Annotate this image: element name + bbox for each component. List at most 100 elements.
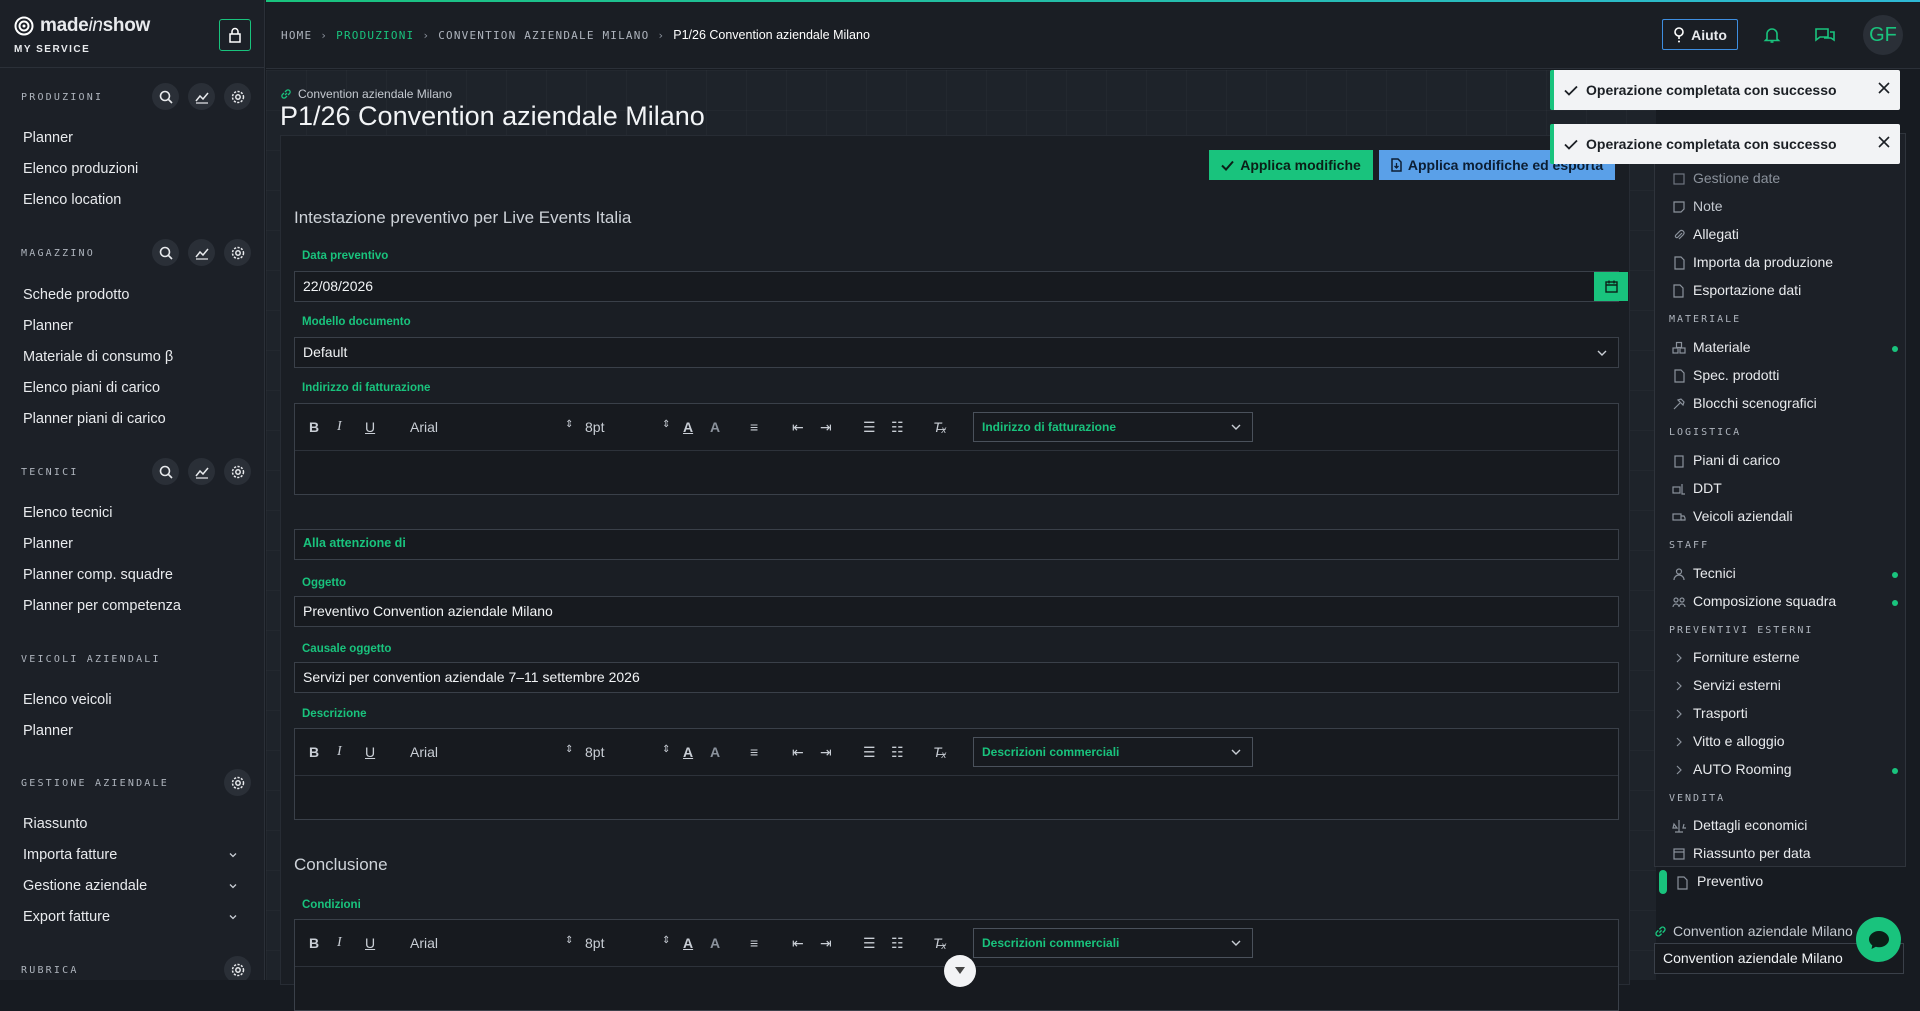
nav-schede-prodotto[interactable]: Schede prodotto: [23, 287, 129, 303]
billing-editor[interactable]: B I U Arial ⇕ 8pt ⇕ A A ≡ ⇤ ⇥ ☰ ☷ T̶ₓ In…: [294, 403, 1619, 495]
font-color-button[interactable]: A: [683, 935, 693, 951]
template-dropdown[interactable]: Indirizzo di fatturazione: [973, 412, 1253, 442]
indent-button[interactable]: ⇥: [820, 744, 832, 761]
italic-button[interactable]: I: [337, 419, 342, 435]
search-button[interactable]: [152, 458, 179, 485]
nav-elenco-produzioni[interactable]: Elenco produzioni: [23, 161, 138, 177]
outdent-button[interactable]: ⇤: [792, 744, 804, 761]
indent-button[interactable]: ⇥: [820, 935, 832, 952]
numbered-list-button[interactable]: ☷: [891, 419, 904, 436]
settings-button[interactable]: [224, 769, 251, 796]
bullet-list-button[interactable]: ☰: [863, 935, 876, 952]
bold-button[interactable]: B: [309, 744, 319, 760]
indent-button[interactable]: ⇥: [820, 419, 832, 436]
rp-materiale[interactable]: Materiale: [1693, 339, 1751, 355]
settings-button[interactable]: [224, 83, 251, 110]
rp-allegati[interactable]: Allegati: [1693, 226, 1739, 242]
nav-planner[interactable]: Planner: [23, 536, 73, 552]
chat-icon[interactable]: [1814, 26, 1836, 44]
settings-button[interactable]: [224, 239, 251, 266]
numbered-list-button[interactable]: ☷: [891, 744, 904, 761]
chevron-down-icon[interactable]: [228, 912, 238, 922]
italic-button[interactable]: I: [337, 744, 342, 760]
rp-forniture-esterne[interactable]: Forniture esterne: [1693, 649, 1800, 665]
search-button[interactable]: [152, 239, 179, 266]
rp-dettagli-economici[interactable]: Dettagli economici: [1693, 817, 1807, 833]
rp-blocchi-scenografici[interactable]: Blocchi scenografici: [1693, 395, 1817, 411]
chat-button[interactable]: [1856, 917, 1901, 962]
cause-input[interactable]: Servizi per convention aziendale 7–11 se…: [294, 662, 1619, 693]
clear-format-button[interactable]: T̶ₓ: [933, 935, 947, 951]
nav-planner[interactable]: Planner: [23, 318, 73, 334]
nav-elenco-piani-carico[interactable]: Elenco piani di carico: [23, 380, 160, 396]
italic-button[interactable]: I: [337, 935, 342, 951]
stats-button[interactable]: [188, 239, 215, 266]
stats-button[interactable]: [188, 83, 215, 110]
font-color-button[interactable]: A: [683, 744, 693, 760]
numbered-list-button[interactable]: ☷: [891, 935, 904, 952]
bottom-link[interactable]: Convention aziendale Milano: [1654, 923, 1853, 939]
nav-riassunto[interactable]: Riassunto: [23, 816, 87, 832]
template-dropdown[interactable]: Descrizioni commerciali: [973, 737, 1253, 767]
rp-riassunto-data[interactable]: Riassunto per data: [1693, 845, 1811, 861]
nav-elenco-veicoli[interactable]: Elenco veicoli: [23, 692, 112, 708]
bell-icon[interactable]: [1763, 26, 1781, 44]
breadcrumb-home[interactable]: HOME: [281, 29, 312, 42]
outdent-button[interactable]: ⇤: [792, 935, 804, 952]
highlight-button[interactable]: A: [710, 935, 720, 951]
brand-logo[interactable]: madeinshow: [40, 15, 150, 37]
underline-button[interactable]: U: [365, 419, 375, 435]
font-select[interactable]: Arial: [410, 744, 438, 760]
nav-planner[interactable]: Planner: [23, 723, 73, 739]
lock-button[interactable]: [219, 19, 251, 51]
rp-note[interactable]: Note: [1693, 198, 1723, 214]
date-input[interactable]: 22/08/2026: [294, 271, 1628, 302]
rp-trasporti[interactable]: Trasporti: [1693, 705, 1748, 721]
nav-materiale-consumo[interactable]: Materiale di consumo β: [23, 349, 173, 365]
rp-piani-carico[interactable]: Piani di carico: [1693, 452, 1780, 468]
help-button[interactable]: Aiuto: [1662, 19, 1738, 50]
font-select[interactable]: Arial: [410, 935, 438, 951]
underline-button[interactable]: U: [365, 744, 375, 760]
nav-gestione-aziendale[interactable]: Gestione aziendale: [23, 878, 147, 894]
size-select[interactable]: 8pt: [585, 419, 604, 435]
clear-format-button[interactable]: T̶ₓ: [933, 419, 947, 435]
nav-importa-fatture[interactable]: Importa fatture: [23, 847, 117, 863]
calendar-button[interactable]: [1594, 272, 1628, 301]
nav-planner-competenza[interactable]: Planner per competenza: [23, 598, 181, 614]
nav-elenco-location[interactable]: Elenco location: [23, 192, 121, 208]
align-button[interactable]: ≡: [750, 744, 758, 760]
search-button[interactable]: [152, 83, 179, 110]
rp-importa-produzione[interactable]: Importa da produzione: [1693, 254, 1833, 270]
rp-composizione-squadra[interactable]: Composizione squadra: [1693, 593, 1836, 609]
size-select[interactable]: 8pt: [585, 935, 604, 951]
scroll-down-button[interactable]: [944, 955, 976, 987]
nav-planner-comp-squadre[interactable]: Planner comp. squadre: [23, 567, 173, 583]
bullet-list-button[interactable]: ☰: [863, 419, 876, 436]
font-color-button[interactable]: A: [683, 419, 693, 435]
bullet-list-button[interactable]: ☰: [863, 744, 876, 761]
settings-button[interactable]: [224, 458, 251, 485]
close-icon[interactable]: [1878, 82, 1890, 94]
rp-servizi-esterni[interactable]: Servizi esterni: [1693, 677, 1781, 693]
align-button[interactable]: ≡: [750, 419, 758, 435]
parent-link[interactable]: Convention aziendale Milano: [280, 87, 452, 101]
template-dropdown[interactable]: Descrizioni commerciali: [973, 928, 1253, 958]
breadcrumb-produzioni[interactable]: PRODUZIONI: [336, 29, 414, 42]
rp-veicoli-aziendali[interactable]: Veicoli aziendali: [1693, 508, 1793, 524]
rp-gestione-date[interactable]: Gestione date: [1693, 170, 1780, 186]
underline-button[interactable]: U: [365, 935, 375, 951]
attention-input[interactable]: Alla attenzione di: [294, 529, 1619, 560]
description-editor[interactable]: B I U Arial ⇕ 8pt ⇕ A A ≡ ⇤ ⇥ ☰ ☷ T̶ₓ De…: [294, 728, 1619, 820]
nav-export-fatture[interactable]: Export fatture: [23, 909, 110, 925]
avatar[interactable]: GF: [1863, 15, 1903, 55]
subject-input[interactable]: Preventivo Convention aziendale Milano: [294, 596, 1619, 627]
rp-ddt[interactable]: DDT: [1693, 480, 1722, 496]
rp-auto-rooming[interactable]: AUTO Rooming: [1693, 761, 1792, 777]
breadcrumb-convention[interactable]: CONVENTION AZIENDALE MILANO: [438, 29, 649, 42]
rp-vitto-alloggio[interactable]: Vitto e alloggio: [1693, 733, 1785, 749]
stats-button[interactable]: [188, 458, 215, 485]
nav-planner-piani-carico[interactable]: Planner piani di carico: [23, 411, 166, 427]
apply-button[interactable]: Applica modifiche: [1209, 150, 1373, 180]
align-button[interactable]: ≡: [750, 935, 758, 951]
